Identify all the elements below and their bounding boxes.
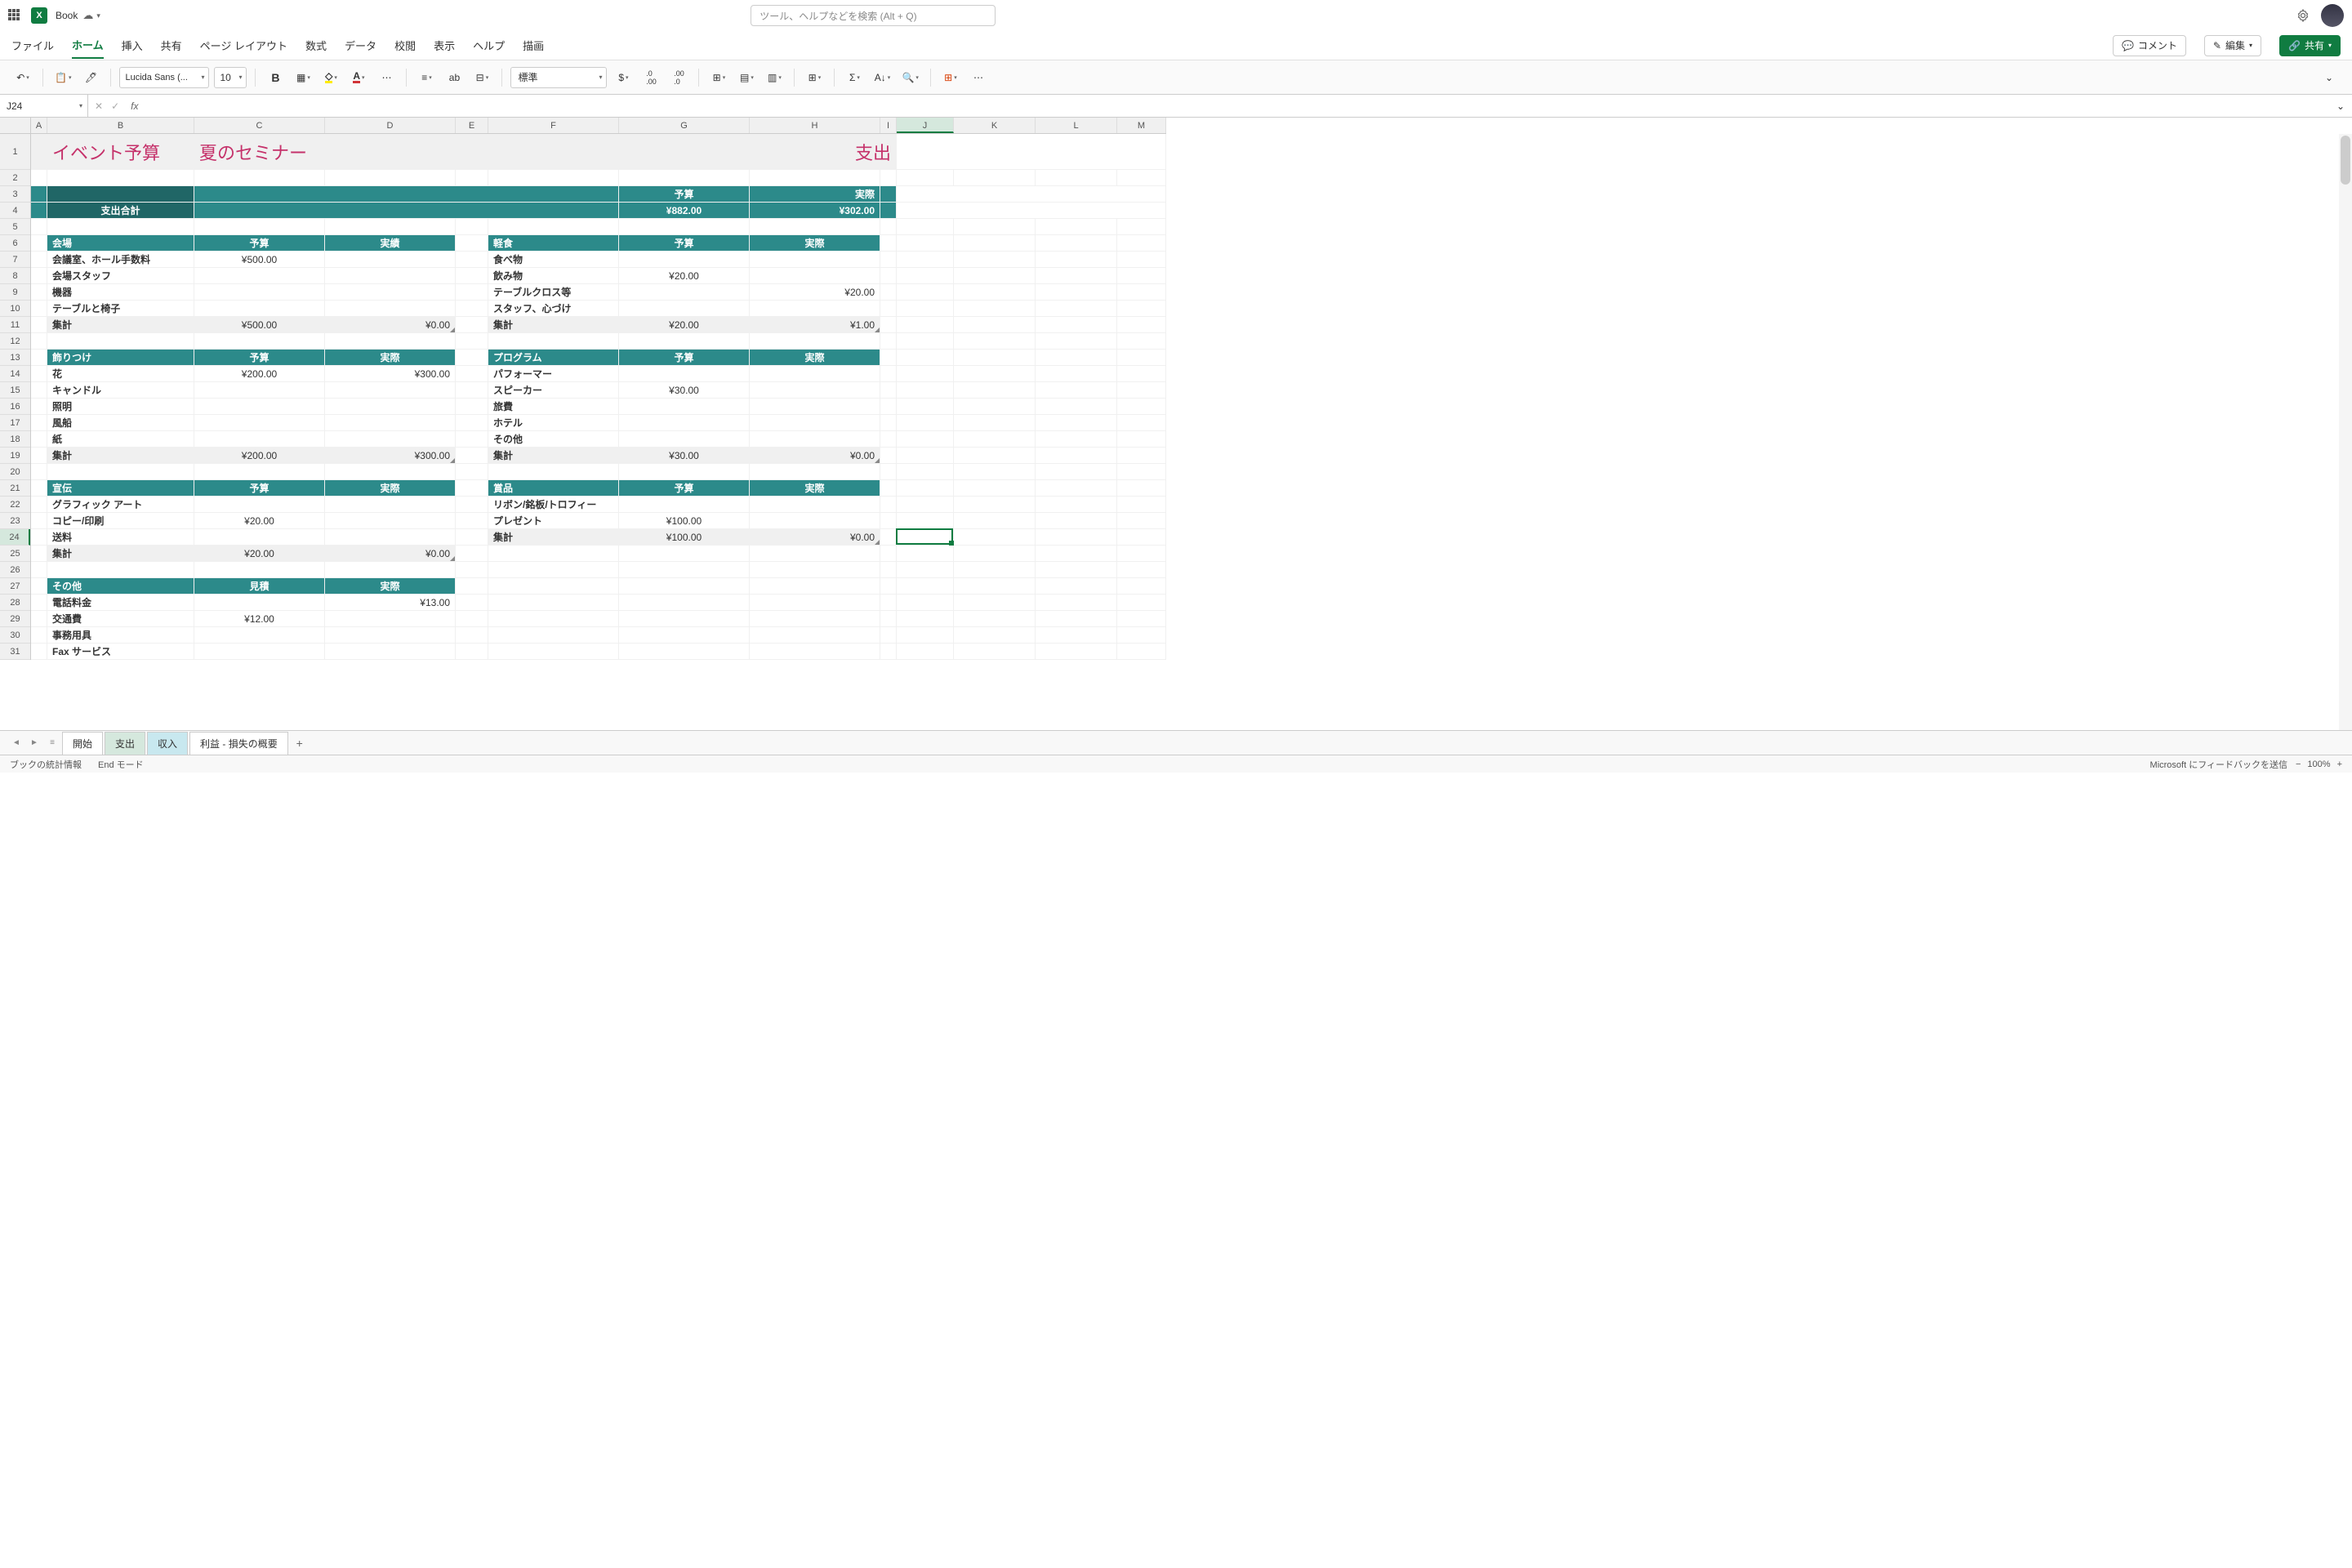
tab-review[interactable]: 校閲 [394, 33, 416, 58]
currency-button[interactable]: $▾ [612, 66, 635, 89]
tab-file[interactable]: ファイル [11, 33, 54, 58]
collapse-ribbon-button[interactable]: ⌄ [2318, 66, 2341, 89]
edit-mode-button[interactable]: ✎ 編集 ▾ [2204, 35, 2261, 56]
format-table-button[interactable]: ▤▾ [735, 66, 758, 89]
tab-share[interactable]: 共有 [161, 33, 182, 58]
saved-icon: ☁ [82, 9, 93, 22]
conditional-format-button[interactable]: ⊞▾ [707, 66, 730, 89]
sheet-tab-expense[interactable]: 支出 [105, 732, 145, 755]
align-button[interactable]: ≡▾ [415, 66, 438, 89]
font-size-select[interactable]: 10▾ [214, 67, 247, 88]
font-color-button[interactable]: A▾ [347, 66, 370, 89]
format-painter-button[interactable]: 🖊 [79, 66, 102, 89]
addins-button[interactable]: ⊞▾ [939, 66, 962, 89]
tab-draw[interactable]: 描画 [523, 33, 544, 58]
cell-styles-button[interactable]: ▥▾ [763, 66, 786, 89]
vertical-scrollbar[interactable] [2339, 134, 2352, 730]
zoom-out[interactable]: − [2296, 760, 2301, 769]
app-launcher[interactable] [8, 9, 21, 22]
confirm-formula-icon: ✓ [111, 100, 119, 112]
decrease-decimal-button[interactable]: .0.00 [639, 66, 662, 89]
sheet-nav-next[interactable]: ► [26, 738, 42, 747]
sheet-tab-start[interactable]: 開始 [62, 732, 103, 755]
find-button[interactable]: 🔍▾ [898, 66, 921, 89]
name-box[interactable]: J24▾ [0, 95, 88, 117]
select-all-corner[interactable] [0, 118, 31, 134]
autosum-button[interactable]: Σ▾ [843, 66, 866, 89]
comments-button[interactable]: 💬 コメント [2113, 35, 2186, 56]
tab-home[interactable]: ホーム [72, 32, 104, 59]
cell-grid[interactable]: イベント予算夏のセミナー支出予算実際支出合計¥882.00¥302.00会場予算… [31, 134, 1166, 660]
fx-icon[interactable]: fx [126, 100, 143, 112]
fill-color-button[interactable]: ◇▾ [319, 66, 342, 89]
number-format-select[interactable]: 標準▾ [510, 67, 607, 88]
feedback-link[interactable]: Microsoft にフィードバックを送信 [2150, 758, 2287, 771]
tab-insert[interactable]: 挿入 [122, 33, 143, 58]
bold-button[interactable]: B [264, 66, 287, 89]
tab-view[interactable]: 表示 [434, 33, 455, 58]
zoom-in[interactable]: + [2337, 760, 2342, 769]
title-dropdown[interactable]: ▾ [96, 11, 100, 20]
merge-button[interactable]: ⊟▾ [470, 66, 493, 89]
borders-button[interactable]: ▦▾ [292, 66, 314, 89]
wrap-text-button[interactable]: ab [443, 66, 466, 89]
paste-button[interactable]: 📋▾ [51, 66, 74, 89]
row-headers[interactable]: 1234567891011121314151617181920212223242… [0, 134, 31, 660]
expand-formula-bar[interactable]: ⌄ [2329, 95, 2352, 118]
tab-help[interactable]: ヘルプ [473, 33, 505, 58]
sheet-tab-income[interactable]: 収入 [147, 732, 188, 755]
tab-formulas[interactable]: 数式 [305, 33, 327, 58]
share-button[interactable]: 🔗 共有 ▾ [2279, 35, 2341, 56]
user-avatar[interactable] [2321, 4, 2344, 27]
font-select[interactable]: Lucida Sans (...▾ [119, 67, 209, 88]
more-ribbon-button[interactable]: ⋯ [967, 66, 990, 89]
search-box[interactable]: ツール、ヘルプなどを検索 (Alt + Q) [751, 5, 996, 26]
settings-icon[interactable] [2296, 9, 2310, 22]
insert-cells-button[interactable]: ⊞▾ [803, 66, 826, 89]
tab-layout[interactable]: ページ レイアウト [200, 33, 287, 58]
sheet-list-button[interactable]: ≡ [44, 738, 60, 747]
undo-button[interactable]: ↶▾ [11, 66, 34, 89]
document-name[interactable]: Book [56, 10, 78, 21]
more-font-button[interactable]: ⋯ [375, 66, 398, 89]
sort-filter-button[interactable]: A↓▾ [871, 66, 893, 89]
tab-data[interactable]: データ [345, 33, 376, 58]
add-sheet-button[interactable]: + [290, 737, 310, 750]
cancel-formula-icon: ✕ [95, 100, 103, 112]
sheet-tab-profit[interactable]: 利益 - 損失の概要 [189, 732, 288, 755]
zoom-level[interactable]: 100% [2307, 760, 2330, 769]
increase-decimal-button[interactable]: .00.0 [667, 66, 690, 89]
column-headers[interactable]: ABCDEFGHIJKLM [31, 118, 1166, 134]
excel-icon: X [31, 7, 47, 24]
workbook-stats[interactable]: ブックの統計情報 [10, 758, 82, 771]
end-mode: End モード [98, 758, 144, 771]
sheet-nav-prev[interactable]: ◄ [8, 738, 24, 747]
search-placeholder: ツール、ヘルプなどを検索 (Alt + Q) [760, 9, 916, 23]
